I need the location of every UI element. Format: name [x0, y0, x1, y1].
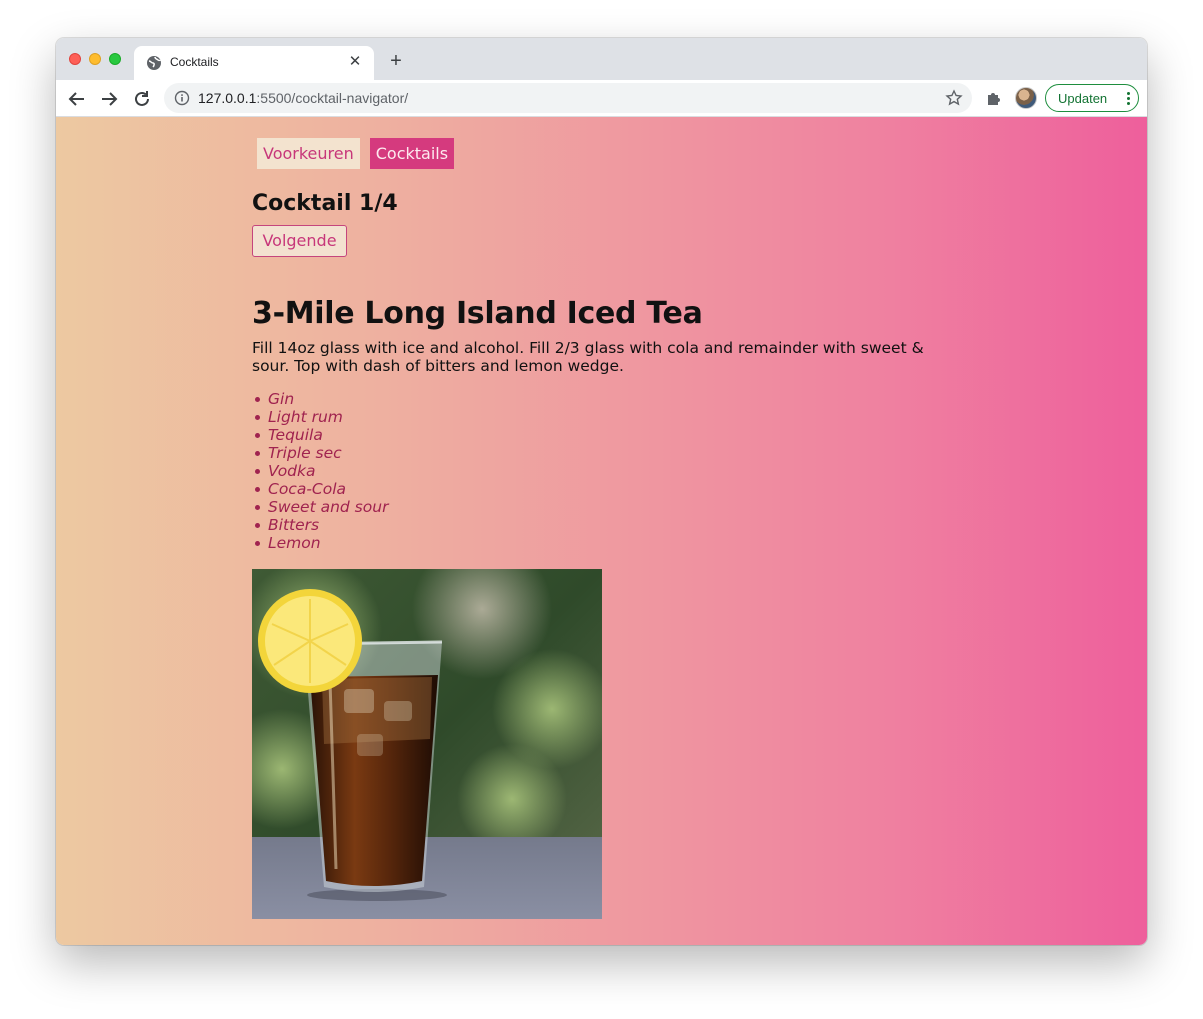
- cocktail-instructions: Fill 14oz glass with ice and alcohol. Fi…: [252, 339, 924, 375]
- ingredient-item: Triple sec: [254, 444, 388, 462]
- ingredient-item: Light rum: [254, 408, 388, 426]
- back-icon[interactable]: [66, 88, 88, 110]
- bookmark-star-icon[interactable]: [945, 89, 963, 107]
- nav-preferences-button[interactable]: Voorkeuren: [257, 138, 360, 169]
- update-label: Updaten: [1058, 91, 1108, 106]
- minimize-window-button[interactable]: [89, 53, 101, 65]
- page-viewport: Voorkeuren Cocktails Cocktail 1/4 Volgen…: [56, 117, 1147, 945]
- new-tab-button[interactable]: +: [386, 51, 406, 71]
- cocktail-photo: [252, 569, 602, 919]
- ingredient-item: Tequila: [254, 426, 388, 444]
- browser-window: Cocktails ✕ + 127.0.0.1:5500/cocktail-na…: [56, 38, 1147, 945]
- cocktail-name-heading: 3-Mile Long Island Iced Tea: [252, 296, 703, 331]
- update-button[interactable]: Updaten: [1045, 84, 1139, 112]
- tab-strip: Cocktails ✕ +: [56, 38, 1147, 80]
- reload-icon[interactable]: [131, 88, 153, 110]
- cocktail-counter-heading: Cocktail 1/4: [252, 191, 398, 216]
- more-menu-icon[interactable]: [1126, 91, 1130, 107]
- info-icon[interactable]: [174, 90, 190, 106]
- globe-icon: [147, 56, 161, 70]
- browser-toolbar: 127.0.0.1:5500/cocktail-navigator/ Updat…: [56, 80, 1147, 117]
- profile-avatar[interactable]: [1015, 87, 1037, 109]
- ingredient-item: Gin: [254, 390, 388, 408]
- close-window-button[interactable]: [69, 53, 81, 65]
- next-button[interactable]: Volgende: [252, 225, 347, 257]
- maximize-window-button[interactable]: [109, 53, 121, 65]
- url-host: 127.0.0.1: [198, 90, 257, 106]
- tab-title: Cocktails: [170, 55, 219, 69]
- forward-icon[interactable]: [98, 88, 120, 110]
- ingredient-item: Sweet and sour: [254, 498, 389, 516]
- address-bar[interactable]: 127.0.0.1:5500/cocktail-navigator/: [164, 83, 972, 113]
- ingredient-item: Lemon: [254, 534, 388, 552]
- extensions-puzzle-icon[interactable]: [985, 89, 1003, 107]
- url-text: 127.0.0.1:5500/cocktail-navigator/: [198, 90, 408, 106]
- url-path: :5500/cocktail-navigator/: [256, 90, 409, 106]
- tab-cocktails[interactable]: Cocktails ✕: [134, 46, 374, 80]
- ingredient-item: Coca-Cola: [254, 480, 388, 498]
- nav-cocktails-button[interactable]: Cocktails: [369, 138, 455, 169]
- top-nav: Voorkeuren Cocktails: [257, 138, 455, 169]
- ingredient-list: Gin Light rum Tequila Triple sec Vodka C…: [254, 390, 389, 552]
- ingredient-item: Bitters: [254, 516, 388, 534]
- close-tab-icon[interactable]: ✕: [346, 53, 364, 71]
- ingredient-item: Vodka: [254, 462, 388, 480]
